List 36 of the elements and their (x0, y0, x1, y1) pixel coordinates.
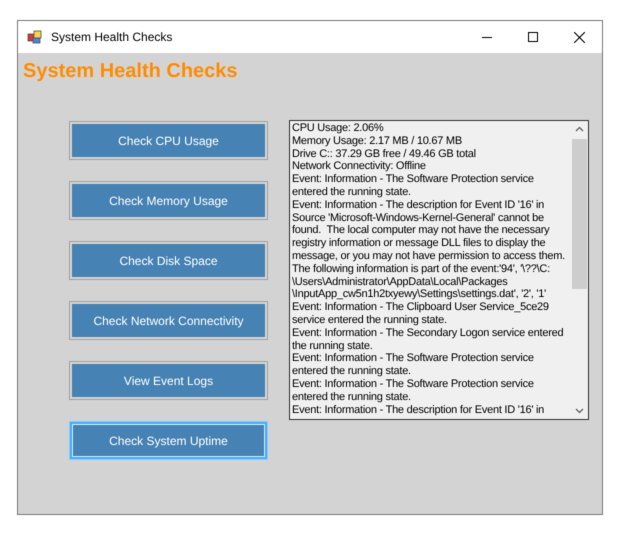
log-line: Event: Information - The Software Protection service (292, 173, 534, 186)
log-line: entered the running state. (292, 390, 411, 404)
log-line: Event: Information - The description for Event ID '16' in (292, 198, 544, 212)
action-button[interactable]: Check System Uptime (70, 422, 267, 459)
action-button[interactable]: Check Network Connectivity (70, 302, 267, 339)
app-icon (27, 29, 43, 45)
log-line: entered the running state. (292, 186, 411, 199)
action-button[interactable]: Check Disk Space (70, 242, 267, 279)
log-line: Event: Information - The Secondary Logon service entered (292, 326, 564, 340)
log-line: Event: Information - The Software Protection service (292, 378, 534, 391)
log-line: Event: Information - The Clipboard User Service_5ce29 (292, 301, 549, 314)
log-line: \Users\Administrator\AppData\Local\Packages (292, 276, 508, 288)
log-line: message, or you may not have permission to access them. (292, 250, 565, 263)
log-line: CPU Usage: 2.06% (292, 122, 384, 135)
log-line: found. The local computer may not have the necessary (292, 224, 550, 238)
close-icon[interactable] (574, 32, 584, 42)
log-line: Event: Information - The Software Protection service (292, 352, 534, 366)
log-line: \InputApp_cw5n1h2txyewy\Settings\settings.dat', '2', '1' (292, 288, 546, 302)
window-title: System Health Checks (51, 30, 174, 44)
log-line: Event: Information - The description for Event ID '16' in (292, 404, 544, 416)
log-line: Source 'Microsoft-Windows-Kernel-General' cannot be (292, 212, 544, 224)
log-line: the running state. (292, 340, 373, 352)
log-line: The following information is part of the event:'94', '\??\C: (292, 262, 550, 276)
action-button[interactable]: View Event Logs (70, 362, 267, 399)
log-line: registry information or message DLL files to display the (292, 237, 546, 250)
page-heading: System Health Checks (23, 59, 238, 83)
action-button[interactable]: Check CPU Usage (70, 122, 267, 159)
log-line: Memory Usage: 2.17 MB / 10.67 MB (292, 134, 462, 148)
minimize-icon[interactable] (482, 36, 492, 38)
maximize-icon[interactable] (528, 32, 538, 42)
log-line: Network Connectivity: Offline (292, 160, 426, 174)
output-textbox[interactable] (289, 120, 589, 420)
action-button[interactable]: Check Memory Usage (70, 182, 267, 219)
log-line: entered the running state. (292, 365, 411, 378)
log-line: service entered the running state. (292, 314, 447, 327)
log-line: Drive C:: 37.29 GB free / 49.46 GB total (292, 148, 476, 160)
